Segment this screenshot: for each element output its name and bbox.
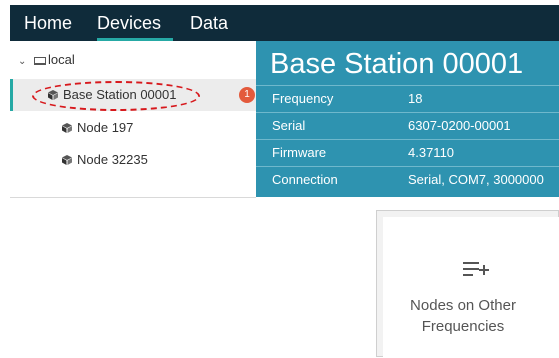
tree-item-label: local: [48, 52, 75, 67]
property-label: Connection: [272, 172, 338, 187]
top-nav-bar: Home Devices Data: [10, 5, 559, 41]
highlight-ring: [32, 81, 200, 111]
notification-badge: 1: [239, 87, 255, 103]
tab-devices[interactable]: Devices: [97, 5, 161, 41]
property-value: 18: [408, 91, 423, 106]
property-row-connection: Connection Serial, COM7, 3000000: [256, 166, 559, 193]
tree-item-node-197[interactable]: Node 197: [62, 113, 133, 143]
property-value: 6307-0200-00001: [408, 118, 511, 133]
chevron-down-icon[interactable]: ⌄: [18, 47, 28, 77]
property-row-firmware: Firmware 4.37110: [256, 139, 559, 166]
device-title: Base Station 00001: [270, 48, 524, 80]
tree-item-label: Node 32235: [77, 152, 148, 167]
tree-item-local[interactable]: ⌄ local: [18, 45, 75, 75]
property-row-serial: Serial 6307-0200-00001: [256, 112, 559, 139]
device-details-panel: Base Station 00001 Frequency 18 Serial 6…: [256, 41, 559, 197]
device-cube-icon: [62, 123, 72, 133]
card-label: Nodes on Other Frequencies: [383, 295, 543, 337]
property-label: Frequency: [272, 91, 334, 106]
card-body: Nodes on Other Frequencies: [383, 217, 559, 358]
property-value: 4.37110: [408, 145, 455, 160]
device-cube-icon: [62, 155, 72, 165]
tab-data[interactable]: Data: [190, 5, 228, 41]
list-add-icon: [463, 262, 489, 276]
card-label-line-1: Nodes on Other: [410, 297, 516, 314]
property-label: Firmware: [272, 145, 327, 160]
property-row-frequency: Frequency 18: [256, 85, 559, 112]
nodes-other-frequencies-card[interactable]: Nodes on Other Frequencies: [376, 210, 559, 358]
property-value: Serial, COM7, 3000000: [408, 172, 544, 187]
tree-item-node-32235[interactable]: Node 32235: [62, 145, 148, 175]
property-label: Serial: [272, 118, 306, 133]
laptop-icon: [34, 57, 46, 65]
card-label-line-2: Frequencies: [421, 318, 505, 335]
tab-home[interactable]: Home: [24, 5, 72, 41]
device-tree: ⌄ local Base Station 00001 1 Node 197 Nod…: [10, 41, 256, 198]
tree-item-label: Node 197: [77, 120, 134, 135]
